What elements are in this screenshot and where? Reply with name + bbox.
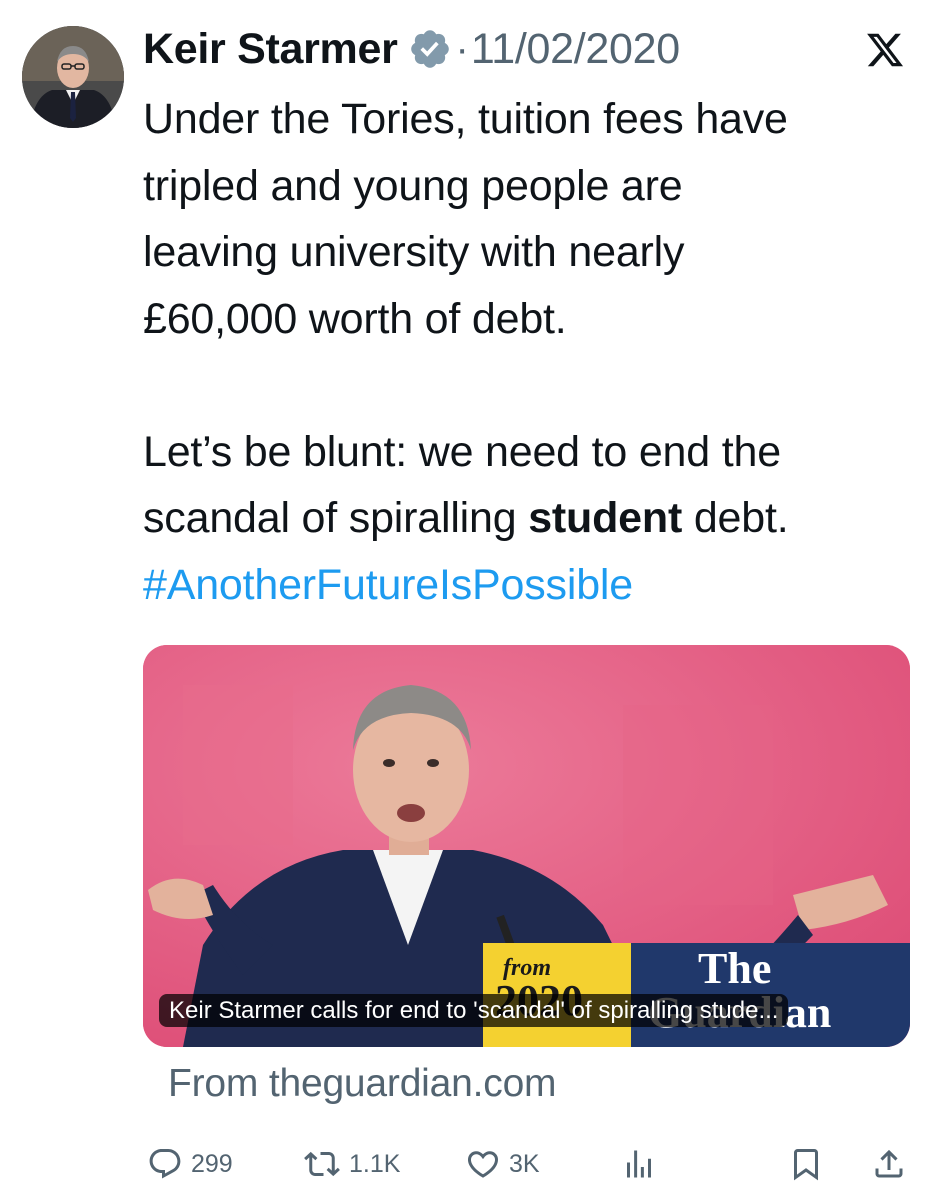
repost-icon bbox=[304, 1151, 340, 1177]
tweet-text-line: tripled and young people are bbox=[143, 161, 683, 210]
analytics-icon bbox=[627, 1150, 651, 1178]
card-source[interactable]: From theguardian.com bbox=[168, 1062, 557, 1106]
card-title[interactable]: Keir Starmer calls for end to 'scandal' … bbox=[159, 994, 789, 1027]
tweet-header: Keir Starmer · 11/02/2020 bbox=[143, 22, 680, 76]
reply-count: 299 bbox=[191, 1149, 233, 1178]
repost-button[interactable]: 1.1K bbox=[303, 1140, 400, 1188]
views-button[interactable] bbox=[621, 1140, 657, 1188]
tweet-text-line: Under the Tories, tuition fees have bbox=[143, 95, 788, 143]
share-button[interactable] bbox=[871, 1140, 907, 1188]
tweet-text-line: £60,000 worth of debt. bbox=[143, 294, 567, 343]
bookmark-button[interactable] bbox=[788, 1140, 824, 1188]
link-card[interactable]: from 2020 The Guardian Keir Starmer call… bbox=[143, 645, 910, 1047]
bold-word: student bbox=[528, 494, 683, 542]
avatar-photo bbox=[22, 26, 124, 128]
card-image: from 2020 The Guardian bbox=[143, 645, 910, 1047]
bookmark-icon bbox=[794, 1149, 818, 1181]
like-count: 3K bbox=[509, 1149, 540, 1178]
tweet-text-line: scandal of spiralling student debt. bbox=[143, 485, 923, 552]
action-bar: 299 1.1K 3K bbox=[143, 1140, 913, 1188]
image-brand-line1: The bbox=[698, 944, 771, 993]
hashtag-link[interactable]: #AnotherFutureIsPossible bbox=[143, 561, 633, 609]
separator-dot: · bbox=[455, 26, 469, 71]
avatar[interactable] bbox=[22, 26, 124, 128]
tweet-text-line: leaving university with nearly bbox=[143, 228, 685, 276]
verified-badge-icon[interactable] bbox=[408, 27, 452, 71]
reply-icon bbox=[149, 1149, 181, 1179]
tweet-text: Under the Tories, tuition fees have trip… bbox=[143, 86, 923, 618]
reply-button[interactable]: 299 bbox=[147, 1140, 233, 1188]
hashtag-line: #AnotherFutureIsPossible bbox=[143, 552, 923, 619]
share-icon bbox=[875, 1149, 903, 1178]
tweet-text-line: Let’s be blunt: we need to end the bbox=[143, 427, 781, 476]
post-date[interactable]: 11/02/2020 bbox=[471, 25, 680, 74]
like-button[interactable]: 3K bbox=[465, 1140, 540, 1188]
x-logo-icon[interactable] bbox=[864, 30, 906, 70]
heart-icon bbox=[467, 1151, 499, 1178]
author-name[interactable]: Keir Starmer bbox=[143, 25, 398, 74]
tweet-text-segment: scandal of spiralling bbox=[143, 494, 529, 542]
tweet-text-segment: debt. bbox=[682, 494, 789, 542]
repost-count: 1.1K bbox=[349, 1149, 401, 1178]
